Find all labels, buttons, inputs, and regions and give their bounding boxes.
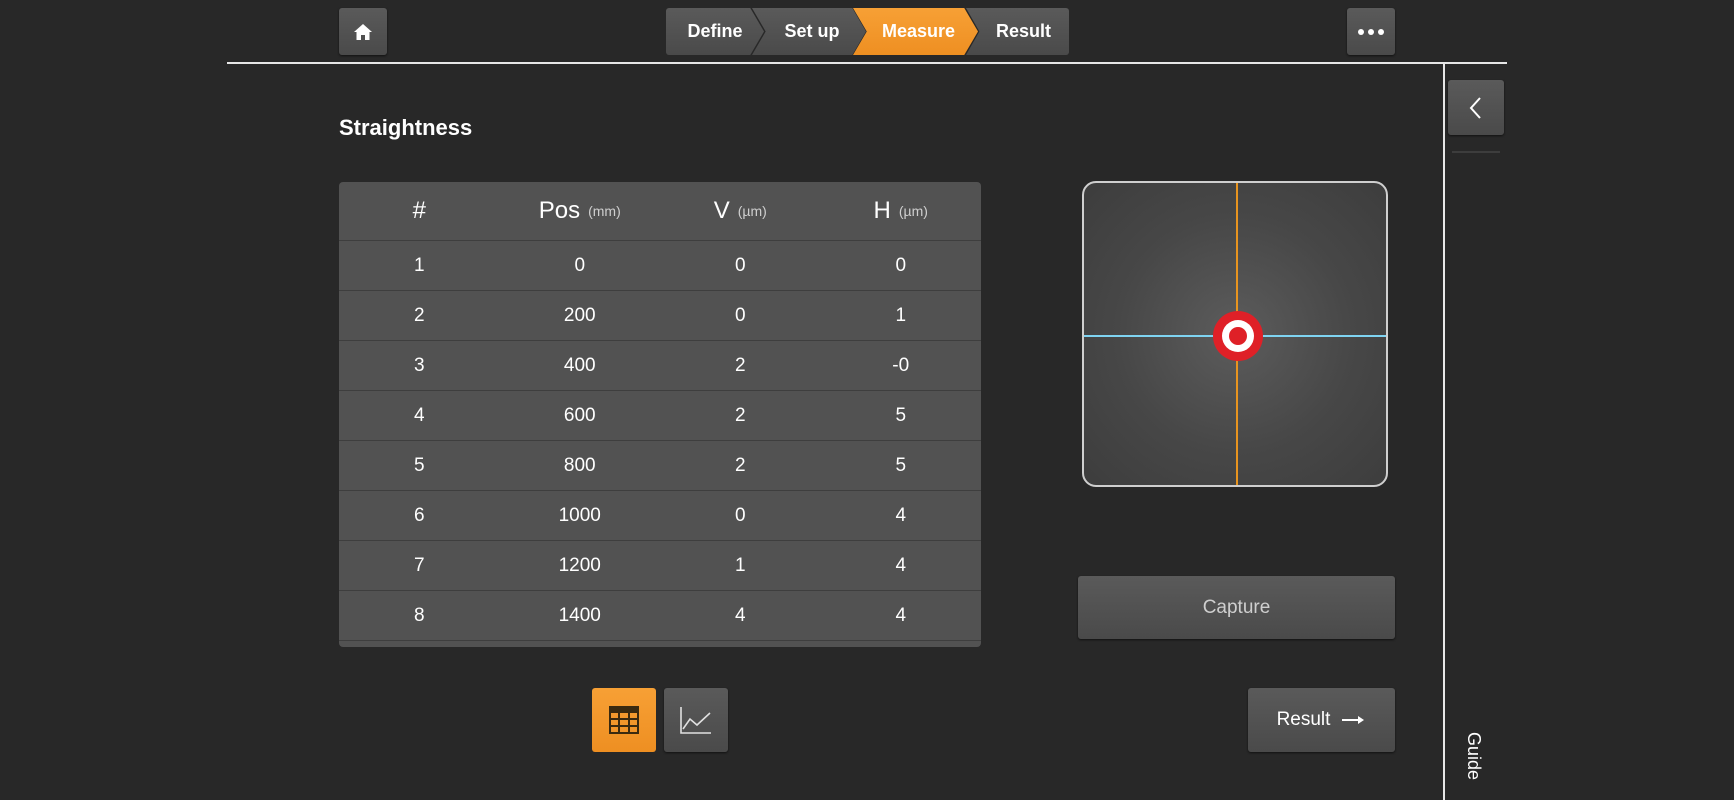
table-row[interactable]: 5 800 2 5 (339, 441, 981, 491)
table-grid-icon (609, 706, 639, 734)
capture-button[interactable]: Capture (1078, 576, 1395, 639)
graph-view-button[interactable] (664, 688, 728, 752)
sidebar-underline (1452, 151, 1500, 153)
table-row[interactable]: 7 1200 1 4 (339, 541, 981, 591)
home-icon (354, 23, 372, 40)
table-row[interactable]: 6 1000 0 4 (339, 491, 981, 541)
sidebar-toggle-button[interactable] (1448, 80, 1504, 135)
page-title: Straightness (339, 115, 473, 140)
table-header: # Pos (mm) V (µm) H (µm) (339, 182, 981, 241)
column-header-index: # (412, 197, 426, 224)
header-divider (227, 62, 1507, 64)
column-header-pos: Pos (mm) (538, 197, 621, 224)
column-header-v: V (µm) (713, 197, 767, 224)
table-view-button[interactable] (592, 688, 656, 752)
result-button-label: Result (1276, 709, 1331, 730)
guide-tab[interactable]: Guide (1463, 732, 1484, 780)
target-dot-icon (1213, 311, 1263, 361)
home-button[interactable] (339, 8, 387, 55)
more-options-button[interactable] (1347, 8, 1395, 55)
sidebar-divider (1443, 64, 1445, 800)
step-set-up[interactable]: Set up (752, 8, 866, 55)
more-horizontal-icon (1356, 28, 1386, 35)
table-row[interactable]: 2 200 0 1 (339, 291, 981, 341)
step-define[interactable]: Define (666, 8, 764, 55)
chevron-left-icon (1469, 96, 1481, 119)
table-row[interactable]: 4 600 2 5 (339, 391, 981, 441)
arrow-right-icon (1342, 716, 1365, 724)
table-row[interactable]: 1 0 0 0 (339, 241, 981, 291)
column-header-h: H (µm) (873, 197, 928, 224)
workflow-stepper: Define Set up Measure Result (666, 8, 1069, 55)
laser-target-display (1082, 181, 1388, 487)
table-row[interactable]: 3 400 2 -0 (339, 341, 981, 391)
line-chart-icon (680, 707, 711, 734)
result-button[interactable]: Result (1248, 688, 1395, 752)
table-row[interactable]: 8 1400 4 4 (339, 591, 981, 641)
measurement-table: # Pos (mm) V (µm) H (µm) 1 0 0 0 2 200 0 1 … (339, 182, 981, 647)
step-measure[interactable]: Measure (853, 8, 978, 55)
step-result[interactable]: Result (966, 8, 1069, 55)
